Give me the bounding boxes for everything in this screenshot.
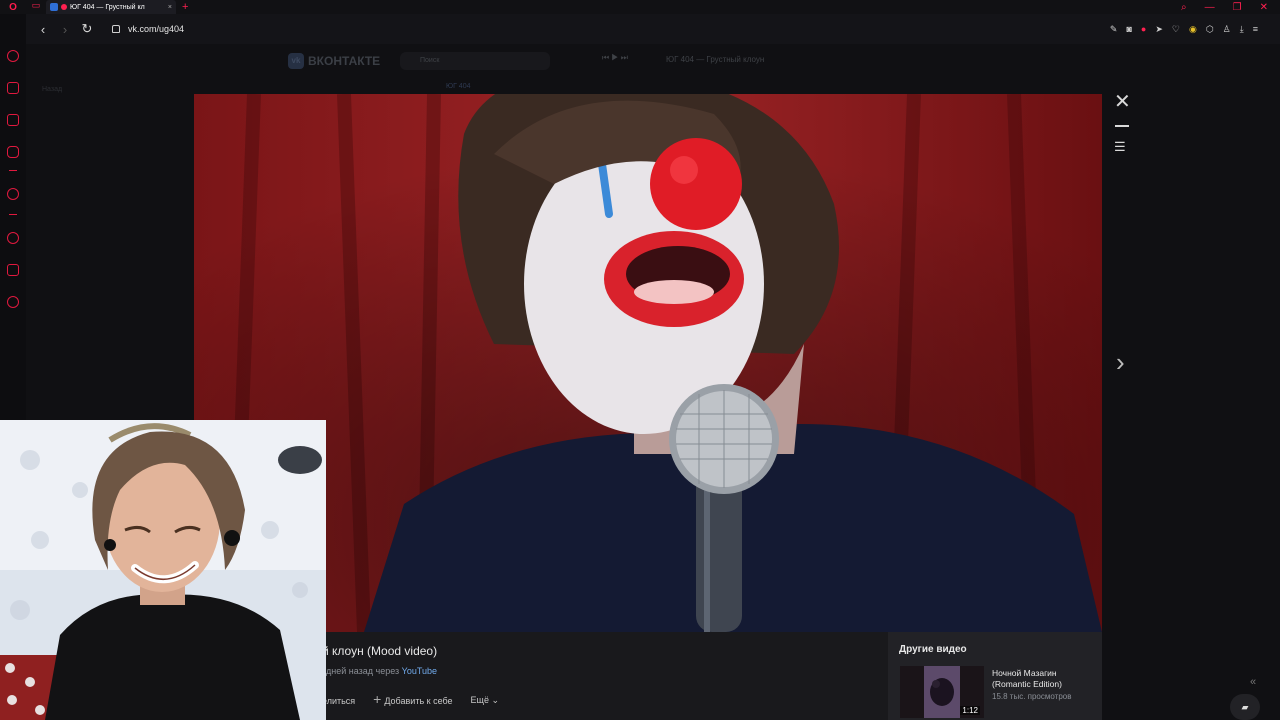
settings-gear-icon[interactable] [7,296,19,308]
download-icon[interactable]: ⤓ [1240,24,1244,35]
vk-search-input[interactable]: Поиск [400,52,550,70]
minimize-icon[interactable] [1115,125,1129,127]
menu-icon[interactable]: ≡ [1253,24,1258,34]
window-controls: ⌕ — ❐ ✕ [1181,2,1280,13]
chevron-down-icon: ⌄ [488,695,500,705]
camera-icon[interactable]: ◙ [1126,24,1131,34]
recording-indicator-icon [61,4,67,10]
heart-icon[interactable]: ♡ [1172,24,1180,35]
opera-logo-icon[interactable]: O [0,0,26,14]
webcam-image [0,420,326,720]
vk-logo-icon: vk [288,53,304,69]
video-date: дней назад через [326,666,400,676]
collapse-icon[interactable]: « [1250,676,1256,688]
reload-button[interactable]: ↻ [76,21,98,37]
share-button[interactable]: елиться [322,696,355,706]
vk-now-playing[interactable]: ЮГ 404 — Грустный клоун [666,55,764,64]
speed-dial-icon[interactable] [7,50,19,62]
video-actions: елиться + Добавить к себе Ещё ⌄ [322,692,499,706]
more-label: Ещё [470,695,489,705]
search-icon[interactable]: ⌕ [1181,2,1187,13]
address-bar: ‹ › ↻ vk.com/ug404 ✎ ◙ ● ➤ ♡ ◉ ⬡ ♙ ⤓ ≡ [26,14,1280,44]
history-icon[interactable] [7,232,19,244]
sidebar-divider [9,170,17,171]
edit-icon[interactable]: ✎ [1110,24,1118,35]
minimize-window-button[interactable]: — [1205,2,1215,13]
video-player[interactable] [194,94,1102,632]
pinned-tab-icon[interactable]: ▭ [26,0,46,14]
url-field[interactable]: vk.com/ug404 [128,24,184,34]
chat-icon[interactable]: ▰ [1230,694,1260,720]
vk-logo[interactable]: vk ВКОНТАКТЕ [288,53,380,69]
tab-title: ЮГ 404 — Грустный кл [70,3,145,11]
back-button[interactable]: ‹ [32,22,54,37]
add-to-mine-button[interactable]: + Добавить к себе [373,692,453,706]
cube-icon[interactable]: ⬡ [1206,24,1214,35]
vpn-icon[interactable]: ◉ [1189,24,1197,35]
twitch-icon[interactable] [7,114,19,126]
toolbar-extensions: ✎ ◙ ● ➤ ♡ ◉ ⬡ ♙ ⤓ ≡ [1110,24,1280,35]
playlist-icon[interactable]: ☰ [1114,139,1126,155]
vk-favicon-icon [50,3,58,11]
record-icon[interactable]: ● [1141,24,1146,34]
new-tab-button[interactable]: + [182,1,188,13]
sidebar-divider [9,214,17,215]
vk-logo-text: ВКОНТАКТЕ [308,54,381,68]
forward-button[interactable]: › [54,22,76,37]
more-button[interactable]: Ещё ⌄ [471,695,499,706]
plus-icon: + [373,691,382,707]
chevron-right-icon[interactable]: › [1116,347,1125,378]
vk-community-name[interactable]: ЮГ 404 [446,83,471,90]
browser-tabbar: O ▭ ЮГ 404 — Грустный кл × + ⌕ — ❐ ✕ [0,0,1280,14]
vk-player-controls[interactable]: ⏮ ▶ ⏭ [602,53,628,63]
send-icon[interactable]: ➤ [1155,24,1163,35]
close-window-button[interactable]: ✕ [1260,2,1268,13]
other-videos-heading: Другие видео [899,644,967,655]
video-info-panel: й клоун (Mood video) дней назад через Yo… [322,632,888,720]
vk-header [26,44,1280,78]
shopping-icon[interactable] [7,82,19,94]
player-icon[interactable] [7,188,19,200]
browser-tab-active[interactable]: ЮГ 404 — Грустный кл × [46,0,176,14]
close-icon[interactable]: ✕ [1114,92,1131,112]
tab-close-icon[interactable]: × [168,4,172,11]
other-video-views: 15.8 тыс. просмотров [992,692,1072,701]
account-icon[interactable]: ♙ [1223,24,1231,35]
other-videos-panel: Другие видео 1:12 Ночной Мазагин (Romant… [888,632,1102,720]
video-title: й клоун (Mood video) [322,644,438,658]
lock-icon [112,25,120,33]
vk-back-link[interactable]: Назад [42,86,62,93]
add-to-mine-label: Добавить к себе [384,696,453,706]
video-duration: 1:12 [960,706,980,715]
other-video-thumbnail[interactable]: 1:12 [900,666,984,718]
webcam-overlay [0,420,326,720]
restore-window-button[interactable]: ❐ [1233,2,1242,13]
video-source-link[interactable]: YouTube [402,666,437,676]
video-meta: дней назад через YouTube [326,666,437,676]
instagram-icon[interactable] [7,146,19,158]
video-frame-image [194,94,1102,632]
other-video-title[interactable]: Ночной Мазагин (Romantic Edition) [992,668,1096,690]
extensions-cube-icon[interactable] [7,264,19,276]
